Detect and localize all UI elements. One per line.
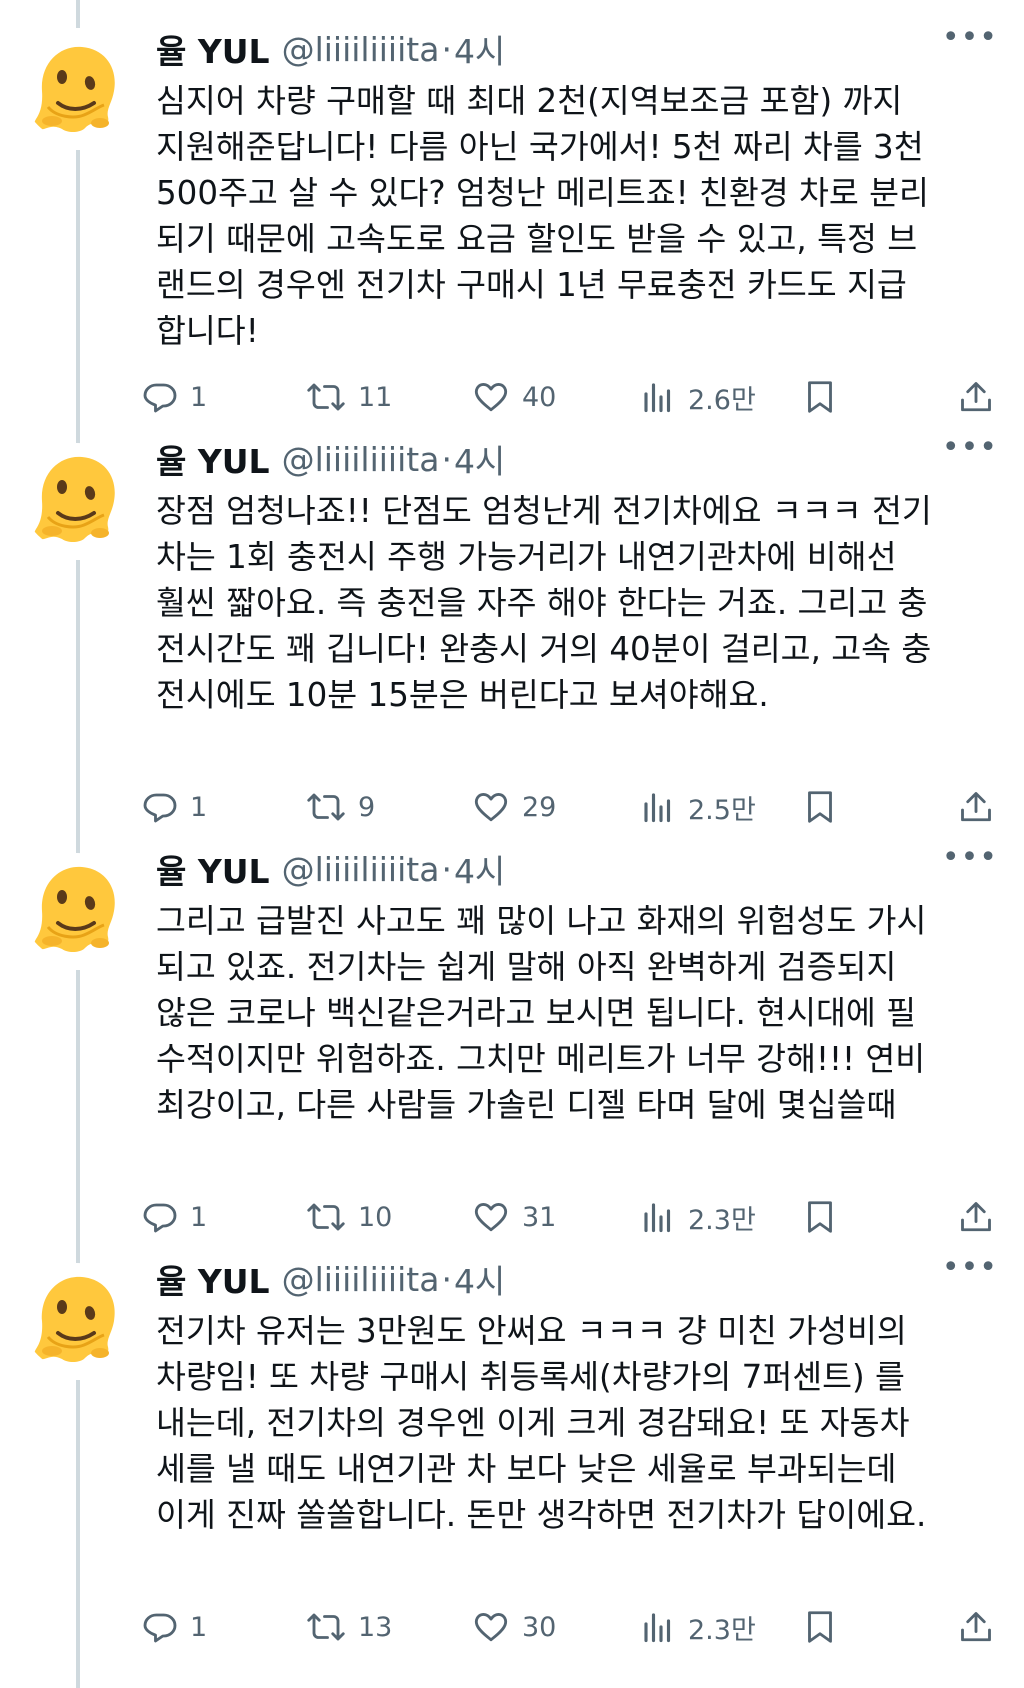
reply-count: 1 [190, 381, 208, 413]
separator-dot: · [441, 849, 452, 889]
tweet[interactable]: 율 YUL @liiiiliiiita · 4시 ••• 심지어 차량 구매할 … [0, 0, 1024, 416]
views-icon [644, 1613, 671, 1643]
views-count: 2.3만 [688, 1614, 756, 1646]
bookmark-icon [808, 1611, 832, 1643]
retweet-icon [307, 1613, 345, 1641]
like-button[interactable]: 30 [472, 1602, 556, 1652]
separator-dot: · [441, 1259, 452, 1299]
reply-icon [143, 1613, 177, 1643]
timestamp[interactable]: 4시 [454, 845, 505, 893]
display-name[interactable]: 율 YUL [156, 1255, 270, 1303]
more-icon[interactable]: ••• [942, 840, 998, 875]
share-icon [961, 1612, 991, 1642]
bookmark-button[interactable] [802, 1602, 838, 1652]
avatar[interactable] [22, 33, 130, 141]
like-count: 30 [522, 1611, 557, 1643]
share-button[interactable] [958, 1602, 994, 1652]
melting-face-icon [22, 443, 130, 551]
timestamp[interactable]: 4시 [454, 25, 505, 73]
tweet[interactable]: 율 YUL @liiiiliiiita · 4시 ••• 전기차 유저는 3만원… [0, 1230, 1024, 1646]
reply-count: 1 [190, 791, 208, 823]
timestamp[interactable]: 4시 [454, 435, 505, 483]
separator-dot: · [441, 439, 452, 479]
tweet-header: 율 YUL @liiiiliiiita · 4시 [156, 846, 1004, 892]
display-name[interactable]: 율 YUL [156, 435, 270, 483]
avatar[interactable] [22, 853, 130, 961]
user-handle[interactable]: @liiiiliiiita [282, 850, 440, 889]
melting-face-icon [22, 853, 130, 961]
views-button[interactable]: 2.3만 [640, 1602, 756, 1652]
like-icon [474, 1612, 508, 1642]
tweet-text: 그리고 급발진 사고도 꽤 많이 나고 화재의 위험성도 가시 되고 있죠. 전… [156, 902, 927, 1124]
melting-face-icon [22, 33, 130, 141]
user-handle[interactable]: @liiiiliiiita [282, 1260, 440, 1299]
tweet-header: 율 YUL @liiiiliiiita · 4시 [156, 436, 1004, 482]
tweet[interactable]: 율 YUL @liiiiliiiita · 4시 ••• 장점 엄청나죠!! 단… [0, 410, 1024, 826]
retweet-count: 13 [358, 1611, 393, 1643]
reply-count: 1 [190, 1611, 208, 1643]
user-handle[interactable]: @liiiiliiiita [282, 30, 440, 69]
melting-face-icon [22, 1263, 130, 1371]
more-icon[interactable]: ••• [942, 1250, 998, 1285]
tweet-header: 율 YUL @liiiiliiiita · 4시 [156, 1256, 1004, 1302]
like-count: 31 [522, 1201, 557, 1233]
reply-count: 1 [190, 1201, 208, 1233]
like-count: 29 [522, 791, 557, 823]
retweet-count: 10 [358, 1201, 393, 1233]
tweet-text: 장점 엄청나죠!! 단점도 엄청난게 전기차에요 ㅋㅋㅋ 전기 차는 1회 충전… [156, 492, 932, 714]
display-name[interactable]: 율 YUL [156, 25, 270, 73]
avatar[interactable] [22, 1263, 130, 1371]
tweet-text: 전기차 유저는 3만원도 안써요 ㅋㅋㅋ 걍 미친 가성비의 차량임! 또 차량… [156, 1312, 927, 1534]
tweet-text: 심지어 차량 구매할 때 최대 2천(지역보조금 포함) 까지 지원해준답니다!… [156, 82, 929, 350]
like-count: 40 [522, 381, 557, 413]
separator-dot: · [441, 29, 452, 69]
avatar[interactable] [22, 443, 130, 551]
tweet[interactable]: 율 YUL @liiiiliiiita · 4시 ••• 그리고 급발진 사고도… [0, 820, 1024, 1236]
display-name[interactable]: 율 YUL [156, 845, 270, 893]
reply-button[interactable]: 1 [142, 1602, 207, 1652]
retweet-count: 9 [358, 791, 376, 823]
timestamp[interactable]: 4시 [454, 1255, 505, 1303]
more-icon[interactable]: ••• [942, 430, 998, 465]
user-handle[interactable]: @liiiiliiiita [282, 440, 440, 479]
more-icon[interactable]: ••• [942, 20, 998, 55]
tweet-header: 율 YUL @liiiiliiiita · 4시 [156, 26, 1004, 72]
retweet-button[interactable]: 13 [306, 1602, 392, 1652]
tweet-actions: 1 13 30 2.3만 [143, 1602, 1006, 1652]
retweet-count: 11 [358, 381, 393, 413]
